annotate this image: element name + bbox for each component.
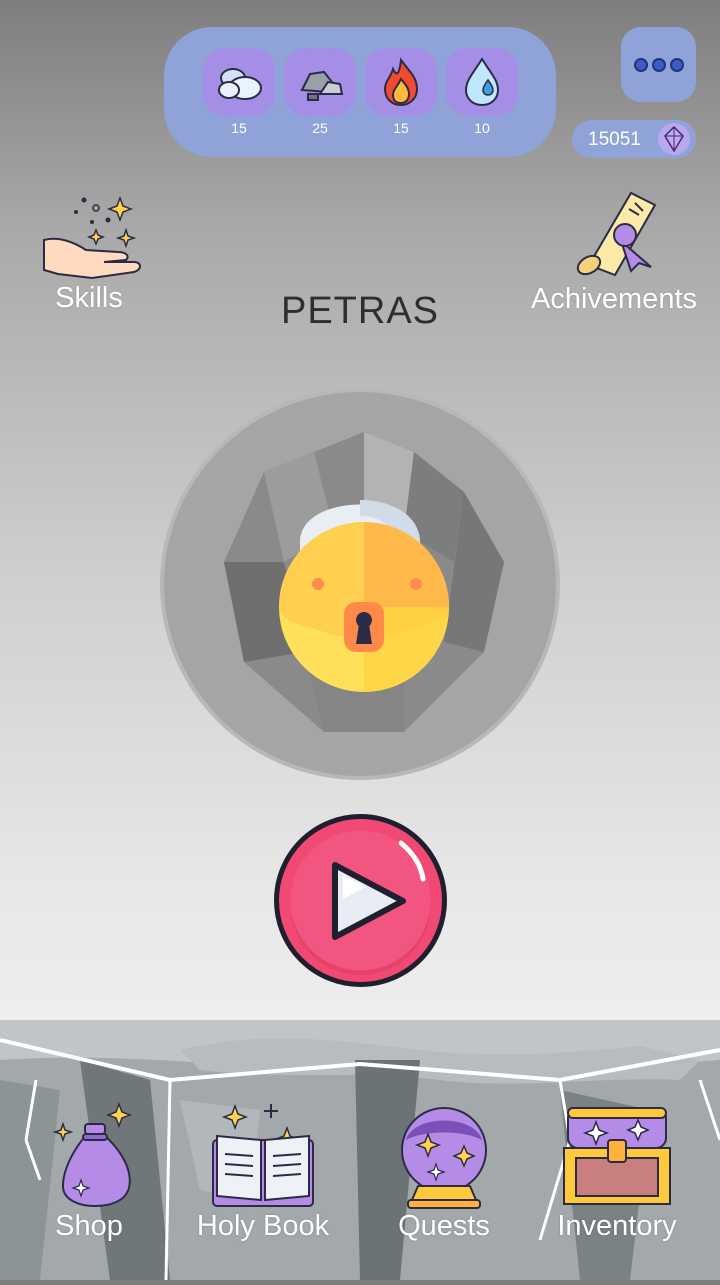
- level-locked-card[interactable]: [160, 388, 560, 780]
- fire-icon: [365, 48, 437, 116]
- inventory-button[interactable]: Inventory: [552, 1100, 682, 1243]
- currency-display: 15051: [572, 120, 696, 158]
- play-button[interactable]: [273, 813, 448, 988]
- scroll-diploma-icon: [559, 185, 669, 283]
- level-title: PETRAS: [280, 290, 440, 332]
- resource-rock[interactable]: 25: [284, 48, 356, 136]
- resource-cloud[interactable]: 15: [203, 48, 275, 136]
- currency-value: 15051: [588, 129, 641, 150]
- magic-hand-icon: [34, 190, 144, 282]
- more-dots-icon: [633, 57, 648, 72]
- rock-icon: [284, 48, 356, 116]
- cloud-icon: [203, 48, 275, 116]
- resource-water[interactable]: 10: [446, 48, 518, 136]
- crystal-ball-icon: [384, 1100, 504, 1210]
- holy-book-button[interactable]: Holy Book: [195, 1100, 331, 1243]
- treasure-chest-icon: [552, 1100, 682, 1210]
- more-dots-icon: [669, 57, 684, 72]
- holy-book-label: Holy Book: [196, 1210, 330, 1242]
- resource-bar: 15 25 15 10: [164, 27, 556, 157]
- quests-button[interactable]: Quests: [384, 1100, 504, 1243]
- crystal-gem-icon: [658, 123, 690, 155]
- resource-count: 10: [474, 120, 490, 136]
- more-dots-icon: [651, 57, 666, 72]
- water-drop-icon: [446, 48, 518, 116]
- money-bag-icon: [30, 1100, 148, 1210]
- resource-fire[interactable]: 15: [365, 48, 437, 136]
- more-menu-button[interactable]: [621, 27, 696, 102]
- resource-count: 15: [231, 120, 247, 136]
- resource-count: 15: [393, 120, 409, 136]
- open-book-icon: [195, 1100, 331, 1210]
- inventory-label: Inventory: [557, 1210, 677, 1242]
- resource-count: 25: [312, 120, 328, 136]
- shop-label: Shop: [55, 1210, 123, 1242]
- shop-button[interactable]: Shop: [30, 1100, 148, 1243]
- quests-label: Quests: [398, 1210, 490, 1242]
